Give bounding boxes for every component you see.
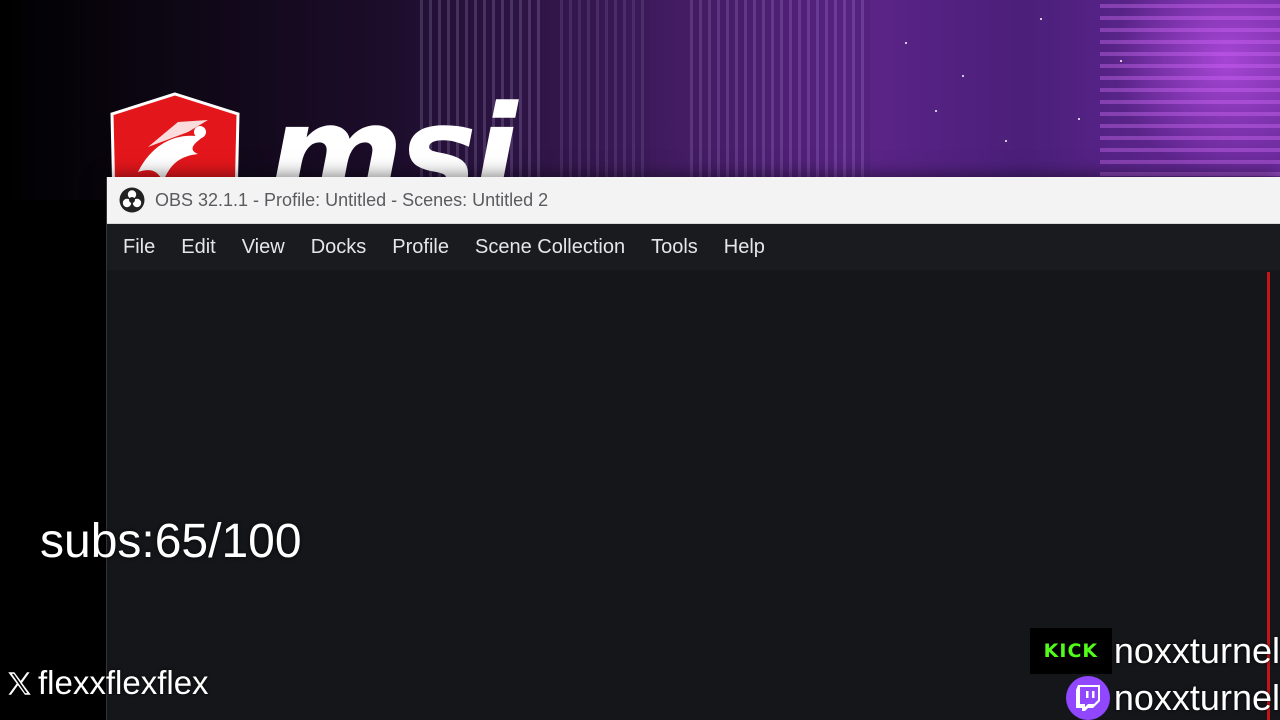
obs-icon [119, 187, 145, 213]
x-handle-text: flexxflexflex [38, 664, 209, 701]
wallpaper-building [690, 0, 870, 200]
wallpaper-star [1078, 118, 1080, 120]
menu-view[interactable]: View [230, 228, 297, 267]
menu-docks[interactable]: Docks [299, 228, 379, 267]
wallpaper-star [1120, 60, 1122, 62]
x-handle: flexxflexflex [6, 664, 209, 702]
wallpaper-star [962, 75, 964, 77]
kick-logo-icon: KICK [1029, 628, 1112, 674]
twitch-icon [1065, 675, 1110, 720]
kick-handle-text: noxxturnel [1113, 630, 1280, 671]
twitch-handle: noxxturnel [1065, 675, 1280, 720]
wallpaper-building [560, 0, 650, 200]
x-logo-icon [8, 671, 31, 695]
kick-handle: KICK noxxturnel [1029, 628, 1280, 674]
wallpaper-star [935, 110, 937, 112]
twitch-handle-text: noxxturnel [1113, 676, 1280, 718]
stream-frame: msi OBS 32.1.1 - Profile: Untitled - Sce… [0, 0, 1280, 720]
menu-file[interactable]: File [111, 228, 167, 267]
subs-counter: subs:65/100 [40, 515, 302, 568]
wallpaper-star [1040, 18, 1042, 20]
wallpaper-star [1005, 140, 1007, 142]
menu-tools[interactable]: Tools [639, 228, 710, 267]
window-title: OBS 32.1.1 - Profile: Untitled - Scenes:… [155, 189, 549, 210]
window-titlebar[interactable]: OBS 32.1.1 - Profile: Untitled - Scenes:… [107, 177, 1280, 224]
menu-profile[interactable]: Profile [380, 228, 461, 267]
wallpaper-star [905, 42, 907, 44]
menu-edit[interactable]: Edit [169, 228, 227, 267]
menu-help[interactable]: Help [712, 228, 777, 267]
menu-bar: File Edit View Docks Profile Scene Colle… [107, 224, 1280, 271]
wallpaper-glow [1100, 0, 1280, 200]
twitch-glyph [1075, 684, 1100, 711]
menu-scene-collection[interactable]: Scene Collection [463, 228, 637, 267]
